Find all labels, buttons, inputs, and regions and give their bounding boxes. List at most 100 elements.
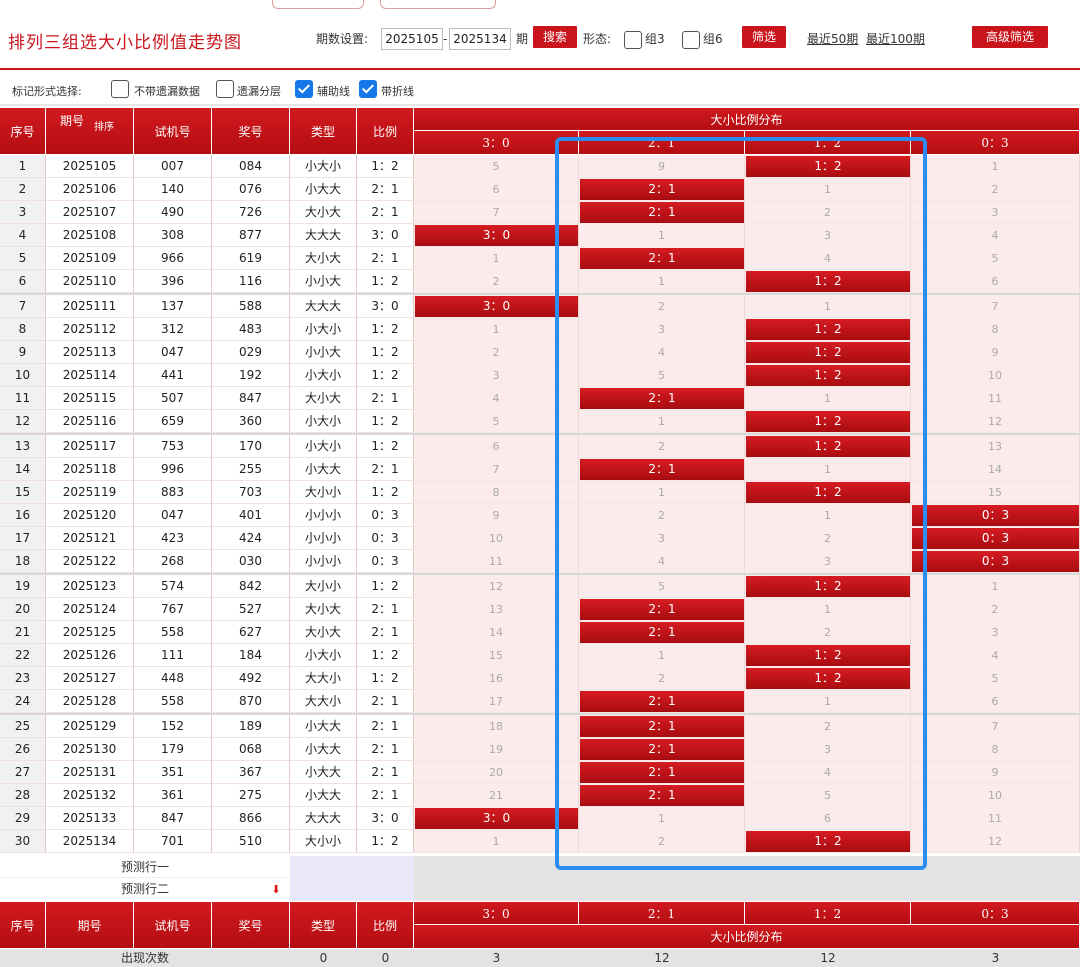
cell-issue: 2025109: [46, 247, 134, 270]
omission-cell: 7: [911, 295, 1080, 318]
ratio-hit-mark: 3：0: [415, 225, 578, 246]
cell-prize: 116: [212, 270, 290, 293]
cell-test: 351: [134, 761, 212, 784]
omission-cell: 1: [745, 387, 911, 410]
ratio-hit-mark: 1：2: [746, 342, 910, 363]
omission-cell: 21: [414, 784, 579, 807]
omission-cell: 1: [579, 644, 745, 667]
cell-seq: 4: [0, 224, 46, 247]
omission-cell: 7: [414, 201, 579, 224]
omission-cell: 1: [745, 598, 911, 621]
cell-prize: 870: [212, 690, 290, 713]
cell-type: 大小大: [290, 247, 357, 270]
top-tab-2[interactable]: [380, 0, 496, 9]
col-issue-header[interactable]: 期号 排序: [46, 108, 134, 154]
omission-cell: 12: [911, 830, 1080, 853]
footer-prize-header: 奖号: [212, 902, 290, 948]
omission-cell: 10: [414, 527, 579, 550]
cell-prize: 275: [212, 784, 290, 807]
omission-layer-checkbox[interactable]: [216, 80, 234, 98]
omission-cell: 12: [414, 575, 579, 598]
aux-line-checkbox[interactable]: [295, 80, 313, 98]
cell-prize: 076: [212, 178, 290, 201]
omission-cell: 15: [414, 644, 579, 667]
omission-cell: 14: [414, 621, 579, 644]
group3-checkbox[interactable]: [624, 31, 642, 49]
cell-issue: 2025131: [46, 761, 134, 784]
arrow-down-icon[interactable]: ⬇: [268, 878, 284, 901]
cell-issue: 2025117: [46, 435, 134, 458]
omission-cell: 3: [745, 224, 911, 247]
omission-cell: 1: [745, 458, 911, 481]
omission-cell: 1: [414, 830, 579, 853]
period-to-input[interactable]: 2025134: [449, 28, 511, 50]
ratio-hit-mark: 2：1: [580, 202, 744, 223]
cell-prize: 030: [212, 550, 290, 573]
omission-cell: 1: [579, 410, 745, 433]
omission-cell: 1: [414, 247, 579, 270]
group3-label: 组3: [645, 32, 665, 46]
cell-seq: 3: [0, 201, 46, 224]
omission-cell: 2: [579, 435, 745, 458]
cell-test: 490: [134, 201, 212, 224]
cell-seq: 24: [0, 690, 46, 713]
search-button[interactable]: 搜索: [533, 26, 577, 48]
cell-ratio: 1：2: [357, 410, 414, 433]
dist-header: 大小比例分布: [414, 108, 1080, 130]
cell-type: 大大大: [290, 295, 357, 318]
cell-ratio: 2：1: [357, 690, 414, 713]
omission-cell: 2: [579, 504, 745, 527]
cell-type: 大小小: [290, 830, 357, 853]
omission-cell: 7: [414, 458, 579, 481]
omission-cell: 7: [911, 715, 1080, 738]
omission-cell: 1: [745, 690, 911, 713]
cell-test: 179: [134, 738, 212, 761]
polyline-checkbox[interactable]: [359, 80, 377, 98]
sort-label[interactable]: 排序: [94, 118, 114, 133]
issue-header-label: 期号: [60, 114, 85, 128]
period-from-input[interactable]: 2025105: [381, 28, 443, 50]
ratio-hit-mark: 2：1: [580, 459, 744, 480]
cell-type: 大小小: [290, 575, 357, 598]
cell-test: 507: [134, 387, 212, 410]
ratio-hit-mark: 2：1: [580, 762, 744, 783]
recent-50-link[interactable]: 最近50期: [807, 28, 858, 50]
cell-ratio: 1：2: [357, 481, 414, 504]
footer-issue-header: 期号: [46, 902, 134, 948]
omission-cell: 16: [414, 667, 579, 690]
mark-style-label: 标记形式选择:: [12, 85, 82, 98]
cell-prize: 367: [212, 761, 290, 784]
cell-prize: 726: [212, 201, 290, 224]
cell-issue: 2025134: [46, 830, 134, 853]
cell-prize: 527: [212, 598, 290, 621]
page-title: 排列三组选大小比例值走势图: [8, 33, 242, 53]
no-omission-checkbox[interactable]: [111, 80, 129, 98]
cell-prize: 424: [212, 527, 290, 550]
cell-test: 448: [134, 667, 212, 690]
group6-checkbox[interactable]: [682, 31, 700, 49]
omission-cell: 2: [745, 715, 911, 738]
omission-cell: 4: [911, 224, 1080, 247]
cell-type: 大大大: [290, 807, 357, 830]
cell-test: 152: [134, 715, 212, 738]
cell-type: 小大小: [290, 644, 357, 667]
recent-100-link[interactable]: 最近100期: [866, 28, 925, 50]
ratio-hit-mark: 1：2: [746, 645, 910, 666]
top-tab-1[interactable]: [272, 0, 364, 9]
cell-type: 小大大: [290, 715, 357, 738]
filter-button[interactable]: 筛选: [742, 26, 786, 48]
omission-cell: 1: [579, 270, 745, 293]
ratio-header-2-1: 2：1: [579, 131, 745, 154]
omission-cell: 4: [579, 550, 745, 573]
cell-type: 大小大: [290, 598, 357, 621]
omission-cell: 12: [911, 410, 1080, 433]
predict-row-2-label: 预测行二: [0, 878, 290, 901]
ratio-hit-mark: 2：1: [580, 739, 744, 760]
omission-cell: 6: [414, 435, 579, 458]
cell-type: 小小小: [290, 550, 357, 573]
predict-input-area[interactable]: [290, 856, 414, 901]
cell-seq: 1: [0, 155, 46, 178]
predict-dist-area: [414, 856, 1080, 901]
ratio-hit-mark: 1：2: [746, 576, 910, 597]
advanced-filter-button[interactable]: 高级筛选: [972, 26, 1048, 48]
